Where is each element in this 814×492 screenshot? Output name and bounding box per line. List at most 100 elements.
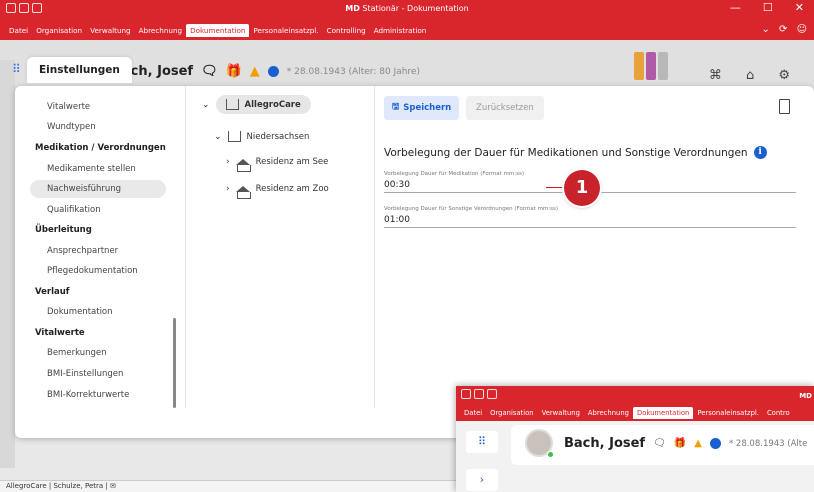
nav-item-bmi-korrekturwerte[interactable]: BMI-Korrekturwerte [47,390,129,400]
apps-grid-icon[interactable]: ⠿ [466,431,498,453]
info-icon[interactable] [267,66,279,77]
inset-menu-item[interactable]: Abrechnung [584,407,633,419]
section-title-text: Vorbelegung der Dauer für Medikationen u… [384,146,748,159]
tree-facility-label: Residenz am Zoo [255,184,329,194]
menu-item-datei[interactable]: Datei [5,24,32,37]
save-icon: 🖫 [392,102,400,112]
tree-node-facility-see[interactable]: › Residenz am See [226,157,329,172]
tree-node-region[interactable]: ⌄ Niedersachsen [214,131,309,142]
save-label: Speichern [403,103,452,113]
menu-item-verwaltung[interactable]: Verwaltung [86,24,135,37]
tree-root-label: AllegroCare [244,99,301,110]
settings-nav: Vitalwerte Wundtypen Medikation / Verord… [15,86,181,408]
inset-menu-item[interactable]: Datei [460,407,486,419]
verordnungen-duration-input[interactable] [384,212,796,227]
inset-menu-item[interactable]: Organisation [486,407,537,419]
house-icon [235,159,251,172]
toolbar-right-icons[interactable]: ⌄ ⟳ ☺ [761,24,810,35]
nav-item-wundtypen[interactable]: Wundtypen [47,122,96,132]
nav-item-pflegedokumentation[interactable]: Pflegedokumentation [47,266,138,276]
online-status-icon [547,451,554,458]
nav-head-medikation: Medikation / Verordnungen [35,143,166,153]
tree-facility-label: Residenz am See [255,157,329,167]
chevron-right-icon[interactable]: › [226,157,230,167]
nav-item-nachweisfuehrung[interactable]: Nachweisführung [47,184,121,194]
left-sidebar-strip [0,60,15,468]
document-settings-icon[interactable] [779,99,790,114]
maximize-icon[interactable]: ☐ [763,1,773,14]
nav-item-bmi-einstellungen[interactable]: BMI-Einstellungen [47,369,123,379]
inset-patient-birth: * 28.08.1943 (Alte [728,438,808,449]
reset-button[interactable]: Zurücksetzen [466,96,544,120]
inset-title-bar: MD Datei Organisation Verwaltung Abrechn… [456,386,814,421]
badge-h-icon [634,52,644,80]
badge-plus-icon [658,52,668,80]
callout-pointer [546,187,566,188]
nav-item-vitalwerte[interactable]: Vitalwerte [47,102,90,112]
nav-head-vitalwerte: Vitalwerte [35,328,85,338]
warning-icon: ▲ [694,438,702,449]
home-icon[interactable] [461,389,471,399]
chevron-right-icon[interactable]: › [466,469,498,491]
inset-patient-card: Bach, Josef 🗨 🎁 ▲ * 28.08.1943 (Alte [511,425,814,465]
verordnungen-duration-field[interactable]: Vorbelegung Dauer für Sonstige Verordnun… [384,206,796,228]
menu-item-controlling[interactable]: Controlling [323,24,370,37]
nav-item-medikamente-stellen[interactable]: Medikamente stellen [47,164,136,174]
inset-quick-access-icons [461,389,497,399]
gift-icon: 🎁 [673,438,687,449]
inset-menu-item[interactable]: Verwaltung [538,407,584,419]
chevron-down-icon[interactable]: ⌄ [214,132,222,142]
app-title: MD Stationär - Dokumentation [345,4,469,13]
inset-patient-name: Bach, Josef [564,436,646,451]
callout-badge: 1 [564,170,600,206]
chat-icon[interactable]: 🗨 [653,438,666,449]
chevron-right-icon[interactable]: › [226,184,230,194]
settings-tab[interactable]: Einstellungen [27,57,132,83]
chevron-down-icon[interactable]: ⌄ [202,100,210,110]
tree-root-pill[interactable]: AllegroCare [215,95,311,114]
nav-item-qualifikation[interactable]: Qualifikation [47,205,101,215]
back-icon[interactable] [474,389,484,399]
badge-s-icon [646,52,656,80]
tree-region-label: Niedersachsen [246,131,310,142]
nav-scrollbar[interactable] [173,318,176,408]
settings-detail-panel: 🖫 Speichern Zurücksetzen Vorbelegung der… [376,86,814,408]
building-icon [225,99,239,110]
header-action-icons[interactable]: ⌘ ⌂ ⚙ [709,68,800,83]
nav-item-bemerkungen[interactable]: Bemerkungen [47,348,107,358]
info-icon[interactable]: i [753,146,767,159]
facility-tree: ⌄ AllegroCare ⌄ Niedersachsen › Residenz… [185,86,375,408]
inset-app-title: MD [799,392,812,400]
save-button[interactable]: 🖫 Speichern [384,96,460,120]
minimize-icon[interactable]: — [730,1,741,14]
nav-head-verlauf: Verlauf [35,287,70,297]
menu-item-abrechnung[interactable]: Abrechnung [135,24,186,37]
inset-body: ⠿ › Bach, Josef 🗨 🎁 ▲ * 28.08.1943 (Alte [456,421,814,492]
nav-head-ueberleitung: Überleitung [35,225,92,235]
building-icon [227,131,241,142]
patient-info: Bach, Josef 🗨 🎁 ▲ * 28.08.1943 (Alter: 8… [112,64,420,79]
inset-menu-item-active[interactable]: Dokumentation [632,407,694,419]
nav-item-ansprechpartner[interactable]: Ansprechpartner [47,246,118,256]
section-title: Vorbelegung der Dauer für Medikationen u… [384,146,767,159]
chat-icon[interactable]: 🗨 [201,64,218,79]
inset-patient-info: Bach, Josef 🗨 🎁 ▲ * 28.08.1943 (Alte [564,436,807,451]
title-bar: MD Stationär - Dokumentation — ☐ ✕ Datei… [0,0,814,40]
close-icon[interactable]: ✕ [795,1,804,14]
house-icon [235,186,251,199]
inset-menu-item[interactable]: Contro [763,407,794,419]
info-icon[interactable] [709,438,721,449]
tree-node-facility-zoo[interactable]: › Residenz am Zoo [226,184,329,199]
menu-item-dokumentation[interactable]: Dokumentation [186,24,250,37]
patient-birth: * 28.08.1943 (Alter: 80 Jahre) [286,66,420,77]
menu-item-organisation[interactable]: Organisation [32,24,86,37]
gift-icon: 🎁 [225,64,242,79]
menu-item-personaleinsatzpl[interactable]: Personaleinsatzpl. [249,24,322,37]
apps-grid-icon[interactable]: ⠿ [12,62,21,76]
mail-icon[interactable]: ✉ [110,482,116,490]
forward-icon[interactable] [487,389,497,399]
tree-node-root[interactable]: ⌄ AllegroCare [202,95,311,114]
nav-item-dokumentation[interactable]: Dokumentation [47,307,113,317]
menu-item-administration[interactable]: Administration [370,24,431,37]
inset-menu-item[interactable]: Personaleinsatzpl. [693,407,763,419]
